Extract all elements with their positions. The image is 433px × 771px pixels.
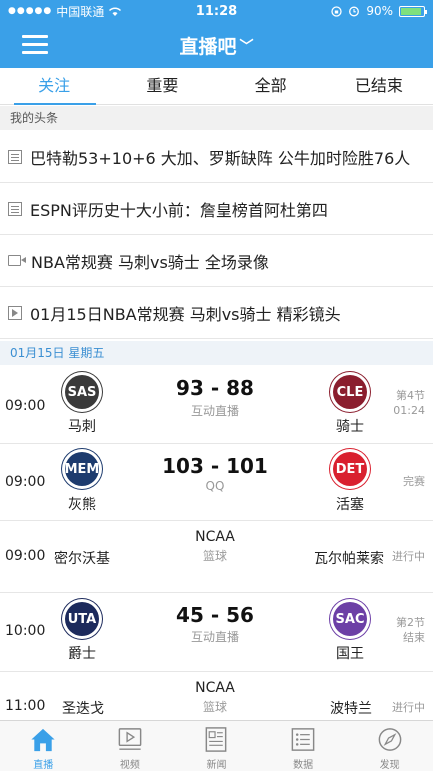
news-icon: [206, 727, 227, 752]
match-time: 10:00: [5, 623, 46, 639]
broadcast-label: QQ: [205, 479, 225, 493]
play-icon: [8, 305, 22, 320]
league-label: NCAA: [195, 529, 235, 545]
tab-all[interactable]: 全部: [217, 68, 325, 104]
match-score: 45 - 56: [176, 603, 254, 627]
team-logo-jazz: UTA: [62, 599, 102, 639]
page-title: 直播吧: [179, 36, 237, 58]
sport-label: 篮球: [202, 549, 227, 563]
bottom-tab-discover[interactable]: 发现: [346, 721, 433, 771]
home-team-name: 灰熊: [68, 497, 96, 513]
match-time: 09:00: [5, 398, 46, 414]
away-team-name: 瓦尔帕莱索: [314, 551, 384, 567]
tab-following[interactable]: 关注: [0, 68, 108, 105]
status-period: 第4节: [396, 389, 425, 402]
away-team-name: 活塞: [336, 497, 364, 513]
battery-percent: 90%: [366, 4, 393, 18]
bottom-tab-video[interactable]: 视频: [87, 721, 174, 771]
headline-text: 01月15日NBA常规赛 马刺vs骑士 精彩镜头: [30, 304, 341, 324]
article-icon: [8, 201, 22, 216]
article-icon: [8, 149, 22, 164]
team-logo-grizzlies: MEM: [62, 449, 102, 489]
bottom-tab-label: 新闻: [206, 760, 227, 771]
app-header: ●●●●● 中国联通 11:28 90% 直播吧 ﹀: [0, 0, 433, 68]
video-icon: [8, 255, 26, 266]
battery-icon: [399, 5, 427, 17]
date-header: 01月15日 星期五: [0, 341, 433, 365]
orientation-lock-icon: [331, 5, 342, 17]
bottom-tab-data[interactable]: 数据: [260, 721, 347, 771]
match-status: 进行中: [392, 701, 425, 714]
status-clock: 01:24: [393, 404, 425, 417]
away-team-name: 国王: [336, 646, 364, 662]
status-period: 第2节: [396, 616, 425, 629]
headline-item[interactable]: 巴特勒53+10+6 大加、罗斯缺阵 公牛加时险胜76人: [0, 131, 433, 183]
filter-tabs: 关注 重要 全部 已结束: [0, 68, 433, 105]
home-team-name: 爵士: [68, 646, 96, 662]
data-list-icon: [291, 728, 315, 751]
match-status: 完赛: [403, 474, 425, 489]
bottom-tab-live[interactable]: 直播: [0, 721, 87, 771]
bottom-tab-bar: 直播 视频 新闻 数据 发现: [0, 720, 433, 771]
match-row[interactable]: 09:00 密尔沃基 NCAA 篮球 瓦尔帕莱索 进行中: [0, 521, 433, 593]
broadcast-label: 互动直播: [190, 630, 239, 644]
team-logo-cavaliers: CLE: [330, 372, 370, 412]
headline-text: ESPN评历史十大小前：詹皇榜首阿杜第四: [30, 200, 328, 220]
home-team-name: 密尔沃基: [54, 551, 110, 567]
away-team-name: 骑士: [336, 419, 364, 435]
match-row[interactable]: 09:00 MEM 灰熊 103 - 101 QQ DET 活塞 完赛: [0, 444, 433, 521]
match-status: 第2节 结束: [396, 615, 425, 645]
tab-finished[interactable]: 已结束: [325, 68, 433, 104]
match-row[interactable]: 10:00 UTA 爵士 45 - 56 互动直播 SAC 国王 第2节 结束: [0, 593, 433, 672]
away-team-name: 波特兰: [330, 701, 372, 717]
league-label: NCAA: [195, 680, 235, 696]
video-player-icon: [118, 728, 142, 750]
compass-icon: [378, 728, 402, 751]
status-bar: ●●●●● 中国联通 11:28 90%: [0, 0, 433, 22]
status-period: 完赛: [403, 475, 425, 488]
match-time: 09:00: [5, 548, 46, 564]
broadcast-label: 互动直播: [190, 404, 239, 418]
bottom-tab-label: 发现: [379, 760, 400, 771]
battery-fill: [401, 7, 421, 15]
headline-item[interactable]: ESPN评历史十大小前：詹皇榜首阿杜第四: [0, 183, 433, 235]
home-icon: [31, 728, 55, 752]
bottom-tab-news[interactable]: 新闻: [173, 721, 260, 771]
sport-label: 篮球: [202, 700, 227, 714]
signal-icon: ●●●●●: [8, 6, 53, 16]
headline-text: NBA常规赛 马刺vs骑士 全场录像: [31, 252, 269, 272]
channel-selector[interactable]: 直播吧 ﹀: [0, 32, 433, 59]
match-row[interactable]: 09:00 SAS 马刺 93 - 88 互动直播 CLE 骑士 第4节 01:…: [0, 366, 433, 444]
match-score: 93 - 88: [176, 376, 254, 400]
headlines-section-title: 我的头条: [0, 106, 433, 130]
match-status: 进行中: [392, 550, 425, 563]
alarm-icon: [349, 6, 360, 17]
nav-bar: 直播吧 ﹀: [0, 22, 433, 68]
headline-text: 巴特勒53+10+6 大加、罗斯缺阵 公牛加时险胜76人: [30, 148, 411, 168]
carrier-label: 中国联通: [56, 4, 105, 19]
headline-item[interactable]: NBA常规赛 马刺vs骑士 全场录像: [0, 235, 433, 287]
team-logo-spurs: SAS: [62, 372, 102, 412]
bottom-tab-label: 数据: [293, 760, 314, 771]
match-score: 103 - 101: [162, 454, 268, 478]
home-team-name: 马刺: [68, 419, 96, 435]
status-clock: 结束: [403, 631, 425, 644]
tab-important[interactable]: 重要: [108, 68, 216, 104]
match-status: 第4节 01:24: [393, 388, 425, 418]
team-logo-pistons: DET: [330, 449, 370, 489]
team-logo-kings: SAC: [330, 599, 370, 639]
home-team-name: 圣迭戈: [62, 701, 104, 717]
wifi-icon: [109, 7, 122, 16]
headline-item[interactable]: 01月15日NBA常规赛 马刺vs骑士 精彩镜头: [0, 287, 433, 339]
match-time: 11:00: [5, 698, 46, 714]
match-time: 09:00: [5, 474, 46, 490]
match-row[interactable]: 11:00 圣迭戈 NCAA 篮球 波特兰 进行中: [0, 672, 433, 720]
chevron-down-icon: ﹀: [239, 39, 254, 55]
bottom-tab-label: 直播: [33, 760, 54, 771]
bottom-tab-label: 视频: [119, 760, 140, 771]
